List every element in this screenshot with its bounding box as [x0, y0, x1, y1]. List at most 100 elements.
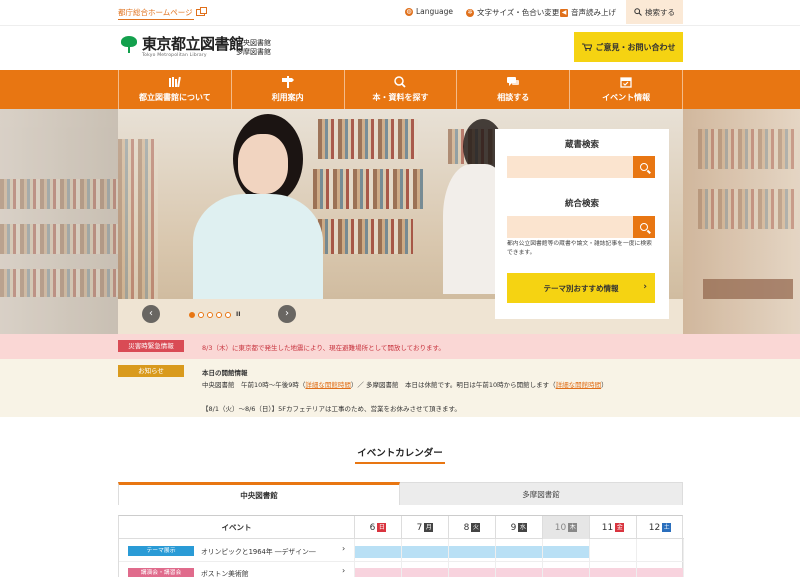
title-underline	[355, 462, 445, 464]
grid-line	[542, 539, 543, 577]
calendar-icon	[619, 76, 633, 88]
slider-prev-button[interactable]: ‹	[142, 305, 160, 323]
catalog-search-heading: 蔵書検索	[564, 140, 599, 150]
day-number: 6	[369, 522, 376, 533]
chevron-right-icon: ›	[342, 544, 346, 553]
theme-recommendations-label: テーマ別おすすめ情報	[543, 283, 619, 293]
calendar-day: 6日	[354, 516, 401, 539]
book-search-icon	[393, 76, 407, 88]
slider-dot[interactable]	[207, 311, 213, 318]
catalog-search-input[interactable]	[507, 156, 655, 178]
search-icon	[640, 223, 648, 231]
slider-dot[interactable]	[189, 311, 195, 318]
weekday-badge: 水	[518, 523, 528, 532]
utility-bar: 都庁総合ホームページ ◍ Language ✲ 文字サイズ・色合い変更 ◀ 音声…	[0, 0, 800, 26]
search-panel: 蔵書検索 統合検索 都内公立図書館等の蔵書や論文・雑誌記事を一度に検索できます。…	[495, 129, 669, 319]
event-title[interactable]: ボストン美術館	[201, 568, 249, 577]
search-button[interactable]: 検索する	[626, 0, 683, 24]
unified-search-button[interactable]	[633, 216, 655, 238]
slider-dot[interactable]	[225, 311, 231, 318]
emergency-notice: 災害時緊急情報 8/3（木）に東京都で発生した地震により、現在避難場所として開放…	[0, 334, 800, 359]
event-column-header: イベント	[221, 523, 252, 532]
unified-search-heading: 統合検索	[564, 199, 599, 209]
news-badge: お知らせ	[118, 365, 184, 377]
emergency-badge: 災害時緊急情報	[118, 340, 184, 352]
grid-line	[636, 539, 637, 577]
unified-search-input[interactable]	[507, 216, 655, 238]
logo-title: 東京都立図書館	[142, 35, 244, 53]
cart-icon	[581, 43, 592, 51]
nav-item-about[interactable]: 都立図書館について	[118, 70, 231, 109]
emergency-text[interactable]: 8/3（木）に東京都で発生した地震により、現在避難場所として開放しております。	[202, 342, 445, 352]
text-size-link[interactable]: ✲ 文字サイズ・色合い変更	[466, 7, 559, 18]
event-calendar-title: イベントカレンダー	[357, 448, 443, 459]
hero-next-slide-preview	[683, 109, 800, 334]
global-nav: 都立図書館について 利用案内 本・資料を探す 相談する イベント情報	[0, 70, 800, 109]
catalog-search-button[interactable]	[633, 156, 655, 178]
event-calendar-grid: イベント 6 日 7 月 8 火 9 水 10 木 11 金 12 土 テーマ展示 オリンピックと1964年…	[118, 515, 684, 577]
slider-pagination: II	[189, 311, 240, 318]
globe-icon: ◍	[405, 7, 413, 16]
event-category-badge: 講演会・講習会	[128, 568, 194, 577]
contact-button[interactable]: ご意見・お問い合わせ	[574, 32, 683, 62]
slider-dot[interactable]	[216, 311, 222, 318]
weekday-badge: 月	[424, 523, 434, 532]
pause-icon[interactable]: II	[236, 311, 240, 318]
nav-item-events[interactable]: イベント情報	[569, 70, 683, 109]
tab-tama-library[interactable]: 多摩図書館	[400, 482, 683, 505]
logo-subtitle: Tokyo Metropolitan Library	[142, 53, 207, 58]
nav-label-about: 都立図書館について	[139, 93, 211, 102]
calendar-day: 9水	[495, 516, 542, 539]
central-hours-link[interactable]: 詳細な開館時間	[305, 381, 351, 389]
branch-names: 中央図書館 多摩図書館	[236, 39, 271, 57]
unified-search-note: 都内公立図書館等の蔵書や論文・雑誌記事を一度に検索できます。	[507, 241, 652, 256]
portal-link-label: 都庁総合ホームページ	[118, 8, 193, 17]
opening-hours-tama: ）／ 多摩図書館 本日は休館です。明日は午前10時から開館します（	[350, 381, 556, 389]
opening-info-heading: 本日の開館情報	[202, 369, 248, 377]
event-period-bar	[354, 568, 683, 577]
chevron-right-icon: ›	[342, 566, 346, 575]
branch-tama: 多摩図書館	[236, 48, 271, 56]
nav-label-guide: 利用案内	[271, 93, 304, 102]
search-icon	[634, 8, 642, 16]
search-label: 検索する	[645, 7, 675, 17]
grid-line	[401, 539, 402, 577]
nav-item-guide[interactable]: 利用案内	[230, 70, 344, 109]
weekday-badge: 火	[471, 523, 481, 532]
signpost-icon	[281, 76, 295, 88]
slider-next-button[interactable]: ›	[278, 305, 296, 323]
nav-label-events: イベント情報	[602, 93, 651, 102]
nav-item-search[interactable]: 本・資料を探す	[343, 70, 457, 109]
slider-dot[interactable]	[198, 311, 204, 318]
calendar-day: 10 木	[542, 516, 589, 539]
language-link[interactable]: ◍ Language	[405, 7, 453, 16]
portal-link[interactable]: 都庁総合ホームページ	[118, 7, 207, 18]
weekday-badge: 金	[615, 523, 625, 532]
theme-recommendations-button[interactable]: テーマ別おすすめ情報 ›	[507, 273, 655, 303]
search-icon	[640, 163, 648, 171]
grid-line	[495, 539, 496, 577]
tab-central-library[interactable]: 中央図書館	[118, 482, 400, 505]
day-number: 11	[601, 522, 614, 533]
ginkgo-logo-icon	[120, 36, 138, 54]
weekday-badge: 日	[377, 523, 387, 532]
site-logo[interactable]: 東京都立図書館 Tokyo Metropolitan Library	[120, 36, 244, 58]
news-section: お知らせ 本日の開館情報 中央図書館 午前10時〜午後9時（詳細な開館時間）／ …	[0, 359, 800, 417]
site-header: 東京都立図書館 Tokyo Metropolitan Library 中央図書館…	[0, 26, 800, 70]
hero-prev-slide-preview	[0, 109, 118, 334]
branch-central: 中央図書館	[236, 39, 271, 47]
event-title[interactable]: オリンピックと1964年 ―デザイン―	[201, 546, 316, 556]
voice-link[interactable]: ◀ 音声読み上げ	[560, 7, 616, 18]
opening-hours-close: ）	[601, 381, 608, 389]
day-number: 10	[554, 522, 567, 533]
calendar-day: 11 金	[589, 516, 636, 539]
opening-hours-central: 中央図書館 午前10時〜午後9時（	[202, 381, 306, 389]
grid-line	[354, 539, 355, 577]
event-category-badge: テーマ展示	[128, 546, 194, 556]
chat-icon	[506, 76, 520, 88]
cafeteria-notice[interactable]: 【8/1（火）〜8/6（日）】5Fカフェテリアは工事のため、営業をお休みさせて頂…	[202, 403, 461, 413]
tama-hours-link[interactable]: 詳細な開館時間	[556, 381, 602, 389]
nav-item-consult[interactable]: 相談する	[456, 70, 569, 109]
books-icon	[168, 76, 182, 88]
nav-label-search: 本・資料を探す	[372, 93, 429, 102]
